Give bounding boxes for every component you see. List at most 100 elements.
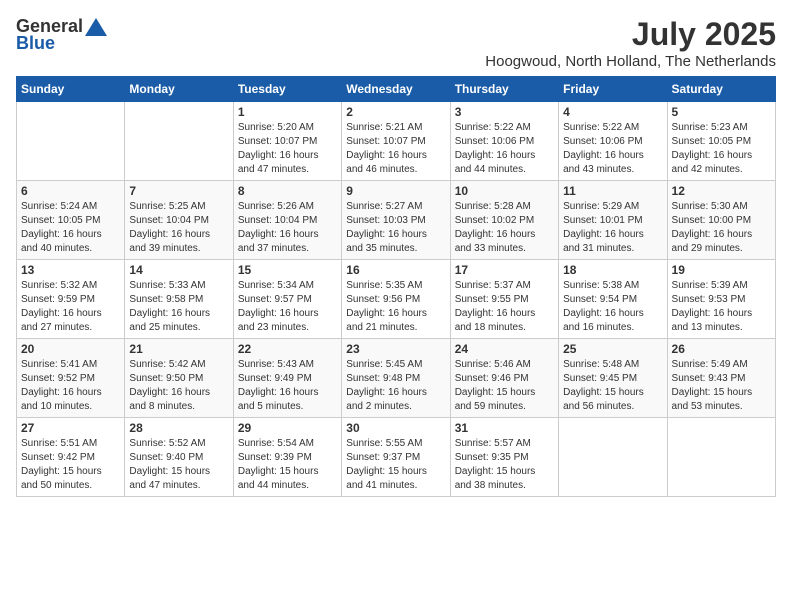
- calendar-cell: 9 Sunrise: 5:27 AM Sunset: 10:03 PM Dayli…: [342, 181, 450, 260]
- day-number: 31: [455, 421, 554, 435]
- day-info: Sunrise: 5:45 AM Sunset: 9:48 PM Dayligh…: [346, 358, 445, 414]
- day-info: Sunrise: 5:52 AM Sunset: 9:40 PM Dayligh…: [129, 437, 228, 493]
- day-number: 28: [129, 421, 228, 435]
- day-number: 22: [238, 342, 337, 356]
- day-info: Sunrise: 5:32 AM Sunset: 9:59 PM Dayligh…: [21, 279, 120, 335]
- day-number: 26: [672, 342, 771, 356]
- day-info: Sunrise: 5:30 AM Sunset: 10:00 PM Daylig…: [672, 200, 771, 256]
- calendar-cell: 11Sunrise: 5:29 AM Sunset: 10:01 PM Dayl…: [559, 181, 667, 260]
- day-number: 17: [455, 263, 554, 277]
- day-info: Sunrise: 5:48 AM Sunset: 9:45 PM Dayligh…: [563, 358, 662, 414]
- calendar-week-row: 13Sunrise: 5:32 AM Sunset: 9:59 PM Dayli…: [17, 260, 776, 339]
- calendar-cell: [125, 102, 233, 181]
- month-year-title: July 2025: [485, 16, 776, 53]
- day-info: Sunrise: 5:35 AM Sunset: 9:56 PM Dayligh…: [346, 279, 445, 335]
- day-number: 11: [563, 184, 662, 198]
- day-number: 18: [563, 263, 662, 277]
- day-info: Sunrise: 5:28 AM Sunset: 10:02 PM Daylig…: [455, 200, 554, 256]
- calendar-week-row: 1 Sunrise: 5:20 AM Sunset: 10:07 PM Dayli…: [17, 102, 776, 181]
- calendar-cell: 23 Sunrise: 5:45 AM Sunset: 9:48 PM Dayli…: [342, 339, 450, 418]
- location-subtitle: Hoogwoud, North Holland, The Netherlands: [485, 53, 776, 70]
- day-info: Sunrise: 5:22 AM Sunset: 10:06 PM Daylig…: [455, 121, 554, 177]
- day-info: Sunrise: 5:23 AM Sunset: 10:05 PM Daylig…: [672, 121, 771, 177]
- calendar-cell: 13Sunrise: 5:32 AM Sunset: 9:59 PM Dayli…: [17, 260, 125, 339]
- calendar-day-header: Sunday: [17, 77, 125, 102]
- calendar-cell: 8Sunrise: 5:26 AM Sunset: 10:04 PM Dayli…: [233, 181, 341, 260]
- header: General Blue July 2025 Hoogwoud, North H…: [16, 16, 776, 70]
- calendar-cell: 6 Sunrise: 5:24 AM Sunset: 10:05 PM Dayli…: [17, 181, 125, 260]
- calendar-cell: [559, 418, 667, 497]
- calendar-cell: 17 Sunrise: 5:37 AM Sunset: 9:55 PM Dayli…: [450, 260, 558, 339]
- calendar-header-row: SundayMondayTuesdayWednesdayThursdayFrid…: [17, 77, 776, 102]
- day-number: 20: [21, 342, 120, 356]
- calendar-cell: [667, 418, 775, 497]
- calendar-cell: 5 Sunrise: 5:23 AM Sunset: 10:05 PM Dayli…: [667, 102, 775, 181]
- logo-triangle-icon: [85, 18, 107, 36]
- calendar-cell: 27 Sunrise: 5:51 AM Sunset: 9:42 PM Dayli…: [17, 418, 125, 497]
- calendar-week-row: 20 Sunrise: 5:41 AM Sunset: 9:52 PM Dayli…: [17, 339, 776, 418]
- day-number: 7: [129, 184, 228, 198]
- day-number: 3: [455, 105, 554, 119]
- title-area: July 2025 Hoogwoud, North Holland, The N…: [485, 16, 776, 70]
- day-info: Sunrise: 5:54 AM Sunset: 9:39 PM Dayligh…: [238, 437, 337, 493]
- day-number: 29: [238, 421, 337, 435]
- calendar-cell: 2 Sunrise: 5:21 AM Sunset: 10:07 PM Dayli…: [342, 102, 450, 181]
- day-info: Sunrise: 5:34 AM Sunset: 9:57 PM Dayligh…: [238, 279, 337, 335]
- calendar-cell: 30 Sunrise: 5:55 AM Sunset: 9:37 PM Dayli…: [342, 418, 450, 497]
- logo-blue-text: Blue: [16, 33, 55, 54]
- calendar-day-header: Friday: [559, 77, 667, 102]
- day-info: Sunrise: 5:39 AM Sunset: 9:53 PM Dayligh…: [672, 279, 771, 335]
- calendar-cell: 21Sunrise: 5:42 AM Sunset: 9:50 PM Dayli…: [125, 339, 233, 418]
- day-number: 24: [455, 342, 554, 356]
- calendar-cell: 7 Sunrise: 5:25 AM Sunset: 10:04 PM Dayli…: [125, 181, 233, 260]
- calendar-cell: 15 Sunrise: 5:34 AM Sunset: 9:57 PM Dayli…: [233, 260, 341, 339]
- day-number: 8: [238, 184, 337, 198]
- day-info: Sunrise: 5:24 AM Sunset: 10:05 PM Daylig…: [21, 200, 120, 256]
- day-number: 19: [672, 263, 771, 277]
- calendar-cell: 26 Sunrise: 5:49 AM Sunset: 9:43 PM Dayli…: [667, 339, 775, 418]
- day-info: Sunrise: 5:41 AM Sunset: 9:52 PM Dayligh…: [21, 358, 120, 414]
- calendar-week-row: 27 Sunrise: 5:51 AM Sunset: 9:42 PM Dayli…: [17, 418, 776, 497]
- calendar-cell: 18 Sunrise: 5:38 AM Sunset: 9:54 PM Dayli…: [559, 260, 667, 339]
- day-info: Sunrise: 5:22 AM Sunset: 10:06 PM Daylig…: [563, 121, 662, 177]
- calendar-day-header: Tuesday: [233, 77, 341, 102]
- day-number: 5: [672, 105, 771, 119]
- day-info: Sunrise: 5:57 AM Sunset: 9:35 PM Dayligh…: [455, 437, 554, 493]
- calendar-cell: 3 Sunrise: 5:22 AM Sunset: 10:06 PM Dayli…: [450, 102, 558, 181]
- calendar-cell: 12 Sunrise: 5:30 AM Sunset: 10:00 PM Dayl…: [667, 181, 775, 260]
- day-info: Sunrise: 5:46 AM Sunset: 9:46 PM Dayligh…: [455, 358, 554, 414]
- day-number: 23: [346, 342, 445, 356]
- day-number: 30: [346, 421, 445, 435]
- calendar-cell: 10Sunrise: 5:28 AM Sunset: 10:02 PM Dayl…: [450, 181, 558, 260]
- calendar-day-header: Monday: [125, 77, 233, 102]
- day-info: Sunrise: 5:21 AM Sunset: 10:07 PM Daylig…: [346, 121, 445, 177]
- calendar-cell: 25Sunrise: 5:48 AM Sunset: 9:45 PM Dayli…: [559, 339, 667, 418]
- calendar-cell: 24 Sunrise: 5:46 AM Sunset: 9:46 PM Dayli…: [450, 339, 558, 418]
- calendar-cell: 28 Sunrise: 5:52 AM Sunset: 9:40 PM Dayli…: [125, 418, 233, 497]
- calendar-cell: 14Sunrise: 5:33 AM Sunset: 9:58 PM Dayli…: [125, 260, 233, 339]
- day-info: Sunrise: 5:37 AM Sunset: 9:55 PM Dayligh…: [455, 279, 554, 335]
- day-number: 15: [238, 263, 337, 277]
- day-number: 27: [21, 421, 120, 435]
- calendar-week-row: 6 Sunrise: 5:24 AM Sunset: 10:05 PM Dayli…: [17, 181, 776, 260]
- day-number: 6: [21, 184, 120, 198]
- day-info: Sunrise: 5:42 AM Sunset: 9:50 PM Dayligh…: [129, 358, 228, 414]
- calendar-cell: 16 Sunrise: 5:35 AM Sunset: 9:56 PM Dayli…: [342, 260, 450, 339]
- day-info: Sunrise: 5:38 AM Sunset: 9:54 PM Dayligh…: [563, 279, 662, 335]
- logo: General Blue: [16, 16, 107, 54]
- calendar-cell: 4Sunrise: 5:22 AM Sunset: 10:06 PM Dayli…: [559, 102, 667, 181]
- day-number: 2: [346, 105, 445, 119]
- day-number: 16: [346, 263, 445, 277]
- day-info: Sunrise: 5:49 AM Sunset: 9:43 PM Dayligh…: [672, 358, 771, 414]
- day-number: 9: [346, 184, 445, 198]
- day-number: 12: [672, 184, 771, 198]
- day-info: Sunrise: 5:55 AM Sunset: 9:37 PM Dayligh…: [346, 437, 445, 493]
- day-info: Sunrise: 5:20 AM Sunset: 10:07 PM Daylig…: [238, 121, 337, 177]
- day-info: Sunrise: 5:27 AM Sunset: 10:03 PM Daylig…: [346, 200, 445, 256]
- day-info: Sunrise: 5:43 AM Sunset: 9:49 PM Dayligh…: [238, 358, 337, 414]
- day-info: Sunrise: 5:25 AM Sunset: 10:04 PM Daylig…: [129, 200, 228, 256]
- day-info: Sunrise: 5:51 AM Sunset: 9:42 PM Dayligh…: [21, 437, 120, 493]
- calendar-cell: 19 Sunrise: 5:39 AM Sunset: 9:53 PM Dayli…: [667, 260, 775, 339]
- day-number: 1: [238, 105, 337, 119]
- calendar-cell: 31 Sunrise: 5:57 AM Sunset: 9:35 PM Dayli…: [450, 418, 558, 497]
